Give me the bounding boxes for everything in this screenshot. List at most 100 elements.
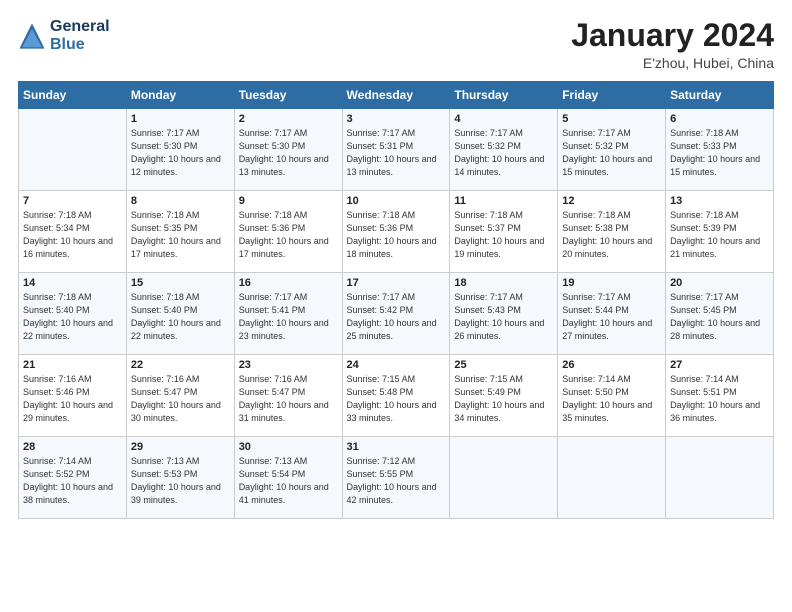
day-info-line: Sunrise: 7:15 AM <box>347 373 446 386</box>
day-number: 27 <box>670 359 769 371</box>
col-sunday: Sunday <box>19 82 127 109</box>
day-info: Sunrise: 7:18 AMSunset: 5:39 PMDaylight:… <box>670 209 769 261</box>
day-info-line: Sunset: 5:37 PM <box>454 222 553 235</box>
calendar-cell: 24Sunrise: 7:15 AMSunset: 5:48 PMDayligh… <box>342 355 450 437</box>
page: General Blue January 2024 E'zhou, Hubei,… <box>0 0 792 612</box>
day-info-line: Daylight: 10 hours and 31 minutes. <box>239 399 338 425</box>
day-info-line: Sunset: 5:53 PM <box>131 468 230 481</box>
day-info-line: Daylight: 10 hours and 28 minutes. <box>670 317 769 343</box>
day-info-line: Daylight: 10 hours and 21 minutes. <box>670 235 769 261</box>
day-info-line: Sunset: 5:41 PM <box>239 304 338 317</box>
day-number: 18 <box>454 277 553 289</box>
calendar-cell: 1Sunrise: 7:17 AMSunset: 5:30 PMDaylight… <box>126 109 234 191</box>
calendar-cell <box>666 437 774 519</box>
calendar-cell: 19Sunrise: 7:17 AMSunset: 5:44 PMDayligh… <box>558 273 666 355</box>
logo-icon <box>18 22 46 50</box>
day-info: Sunrise: 7:18 AMSunset: 5:37 PMDaylight:… <box>454 209 553 261</box>
day-info-line: Daylight: 10 hours and 14 minutes. <box>454 153 553 179</box>
day-info-line: Sunrise: 7:18 AM <box>347 209 446 222</box>
day-info-line: Sunrise: 7:18 AM <box>670 127 769 140</box>
calendar-cell: 7 Sunrise: 7:18 AMSunset: 5:34 PMDaylight… <box>19 191 127 273</box>
day-info-line: Sunrise: 7:14 AM <box>670 373 769 386</box>
day-info-line: Sunrise: 7:18 AM <box>670 209 769 222</box>
day-info-line: Sunset: 5:46 PM <box>23 386 122 399</box>
day-info: Sunrise: 7:14 AMSunset: 5:51 PMDaylight:… <box>670 373 769 425</box>
day-info-line: Sunset: 5:44 PM <box>562 304 661 317</box>
day-info-line: Daylight: 10 hours and 42 minutes. <box>347 481 446 507</box>
day-info: Sunrise: 7:18 AMSunset: 5:36 PMDaylight:… <box>347 209 446 261</box>
day-info: Sunrise: 7:18 AMSunset: 5:34 PMDaylight:… <box>23 209 122 261</box>
day-info: Sunrise: 7:17 AMSunset: 5:30 PMDaylight:… <box>131 127 230 179</box>
calendar-cell: 17Sunrise: 7:17 AMSunset: 5:42 PMDayligh… <box>342 273 450 355</box>
day-info: Sunrise: 7:18 AMSunset: 5:35 PMDaylight:… <box>131 209 230 261</box>
calendar-cell: 31Sunrise: 7:12 AMSunset: 5:55 PMDayligh… <box>342 437 450 519</box>
day-info-line: Sunrise: 7:17 AM <box>239 291 338 304</box>
day-info-line: Sunset: 5:51 PM <box>670 386 769 399</box>
day-info-line: Sunset: 5:49 PM <box>454 386 553 399</box>
title-block: January 2024 E'zhou, Hubei, China <box>571 18 774 71</box>
col-tuesday: Tuesday <box>234 82 342 109</box>
day-info-line: Daylight: 10 hours and 25 minutes. <box>347 317 446 343</box>
day-info-line: Sunset: 5:38 PM <box>562 222 661 235</box>
day-info-line: Daylight: 10 hours and 15 minutes. <box>670 153 769 179</box>
page-title: January 2024 <box>571 18 774 53</box>
logo-text-line1: General <box>50 18 110 36</box>
day-info-line: Sunrise: 7:17 AM <box>347 127 446 140</box>
calendar-cell: 26Sunrise: 7:14 AMSunset: 5:50 PMDayligh… <box>558 355 666 437</box>
day-info-line: Daylight: 10 hours and 22 minutes. <box>23 317 122 343</box>
day-info-line: Sunset: 5:40 PM <box>23 304 122 317</box>
day-info-line: Sunrise: 7:18 AM <box>239 209 338 222</box>
day-info-line: Sunset: 5:33 PM <box>670 140 769 153</box>
day-info: Sunrise: 7:17 AMSunset: 5:45 PMDaylight:… <box>670 291 769 343</box>
day-number: 6 <box>670 113 769 125</box>
day-info-line: Sunrise: 7:17 AM <box>670 291 769 304</box>
page-subtitle: E'zhou, Hubei, China <box>571 55 774 71</box>
day-info-line: Daylight: 10 hours and 33 minutes. <box>347 399 446 425</box>
calendar-week-2: 7Sunrise: 7:18 AMSunset: 5:34 PMDaylight… <box>19 191 774 273</box>
day-info-line: Sunset: 5:39 PM <box>670 222 769 235</box>
day-info-line: Daylight: 10 hours and 35 minutes. <box>562 399 661 425</box>
day-info-line: Sunrise: 7:13 AM <box>239 455 338 468</box>
day-number: 19 <box>562 277 661 289</box>
day-info-line: Sunset: 5:43 PM <box>454 304 553 317</box>
day-info-line: Sunset: 5:55 PM <box>347 468 446 481</box>
day-info-line: Sunset: 5:34 PM <box>23 222 122 235</box>
calendar-cell: 18Sunrise: 7:17 AMSunset: 5:43 PMDayligh… <box>450 273 558 355</box>
day-info-line: Daylight: 10 hours and 17 minutes. <box>239 235 338 261</box>
day-info-line: Daylight: 10 hours and 39 minutes. <box>131 481 230 507</box>
calendar-week-5: 28Sunrise: 7:14 AMSunset: 5:52 PMDayligh… <box>19 437 774 519</box>
day-info-line: Sunset: 5:32 PM <box>454 140 553 153</box>
calendar-cell: 3Sunrise: 7:17 AMSunset: 5:31 PMDaylight… <box>342 109 450 191</box>
calendar-cell <box>450 437 558 519</box>
calendar-cell: 14Sunrise: 7:18 AMSunset: 5:40 PMDayligh… <box>19 273 127 355</box>
day-number: 10 <box>347 195 446 207</box>
day-info-line: Daylight: 10 hours and 30 minutes. <box>131 399 230 425</box>
day-info-line: Sunrise: 7:18 AM <box>562 209 661 222</box>
day-info-line: Sunset: 5:36 PM <box>239 222 338 235</box>
day-info-line: Sunrise: 7:13 AM <box>131 455 230 468</box>
day-info: Sunrise: 7:15 AMSunset: 5:48 PMDaylight:… <box>347 373 446 425</box>
day-number: 7 <box>23 195 122 207</box>
day-info-line: Daylight: 10 hours and 20 minutes. <box>562 235 661 261</box>
logo: General Blue <box>18 18 110 55</box>
calendar-cell: 16Sunrise: 7:17 AMSunset: 5:41 PMDayligh… <box>234 273 342 355</box>
calendar-cell: 4Sunrise: 7:17 AMSunset: 5:32 PMDaylight… <box>450 109 558 191</box>
day-info-line: Sunset: 5:31 PM <box>347 140 446 153</box>
page-header: General Blue January 2024 E'zhou, Hubei,… <box>18 18 774 71</box>
day-number: 25 <box>454 359 553 371</box>
day-info: Sunrise: 7:12 AMSunset: 5:55 PMDaylight:… <box>347 455 446 507</box>
day-info-line: Sunrise: 7:18 AM <box>23 291 122 304</box>
col-wednesday: Wednesday <box>342 82 450 109</box>
calendar-week-1: 1Sunrise: 7:17 AMSunset: 5:30 PMDaylight… <box>19 109 774 191</box>
day-info-line: Sunset: 5:50 PM <box>562 386 661 399</box>
calendar-cell <box>19 109 127 191</box>
day-number: 12 <box>562 195 661 207</box>
col-monday: Monday <box>126 82 234 109</box>
calendar-cell: 23Sunrise: 7:16 AMSunset: 5:47 PMDayligh… <box>234 355 342 437</box>
calendar-cell: 8Sunrise: 7:18 AMSunset: 5:35 PMDaylight… <box>126 191 234 273</box>
calendar-week-4: 21Sunrise: 7:16 AMSunset: 5:46 PMDayligh… <box>19 355 774 437</box>
day-info-line: Sunrise: 7:17 AM <box>562 127 661 140</box>
day-number: 17 <box>347 277 446 289</box>
day-info-line: Sunset: 5:36 PM <box>347 222 446 235</box>
day-info-line: Sunrise: 7:18 AM <box>131 291 230 304</box>
